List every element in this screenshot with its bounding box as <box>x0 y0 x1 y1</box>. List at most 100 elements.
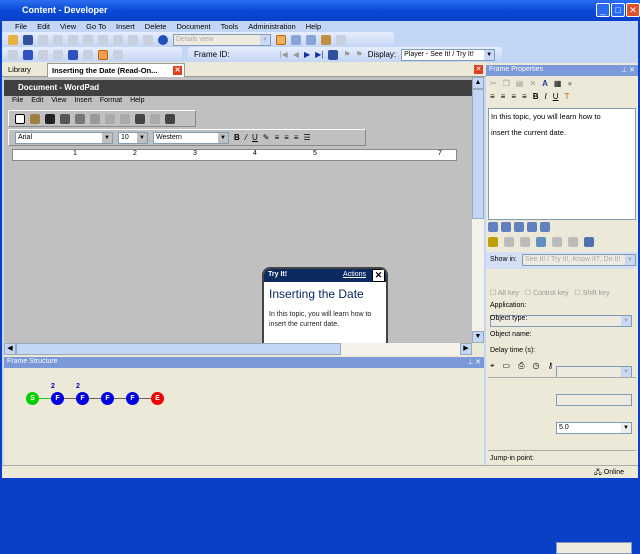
split-horizontal-icon[interactable] <box>291 34 301 45</box>
alt-key-checkbox[interactable]: ☐ Alt key <box>490 289 519 297</box>
scroll-thumb[interactable] <box>16 343 341 355</box>
bold-icon[interactable]: B <box>234 133 240 142</box>
frame-next-icon[interactable] <box>113 49 123 60</box>
new-icon[interactable] <box>15 114 25 124</box>
close-tab-icon[interactable]: ✕ <box>173 66 182 75</box>
branch-icon[interactable] <box>38 49 48 60</box>
frame-node[interactable]: F <box>126 392 139 405</box>
save-icon[interactable] <box>45 114 55 124</box>
scroll-thumb[interactable] <box>472 89 484 219</box>
script-combo[interactable]: Western ▼ <box>153 131 229 144</box>
frame-node[interactable]: F <box>101 392 114 405</box>
close-icon[interactable]: ✕ <box>372 269 385 282</box>
cut-icon[interactable] <box>105 114 115 124</box>
pin-close-icon[interactable]: ⊥ ✕ <box>621 66 635 74</box>
align-right-icon[interactable]: ≡ <box>511 92 516 102</box>
pointer-icon[interactable]: ⌖ <box>490 361 495 371</box>
wp-menu-view[interactable]: View <box>47 96 70 108</box>
vertical-scrollbar[interactable]: ▲ ▼ <box>472 77 484 343</box>
split-vertical-icon[interactable] <box>306 34 316 45</box>
menu-help[interactable]: Help <box>301 21 326 32</box>
shift-key-checkbox[interactable]: ☐ Shift key <box>575 289 610 297</box>
last-frame-icon[interactable]: ▶| <box>315 50 323 59</box>
italic-icon[interactable]: / <box>245 133 247 142</box>
save-icon[interactable] <box>23 34 33 45</box>
details-view-icon[interactable] <box>276 34 286 45</box>
next-frame-icon[interactable]: ▶ <box>304 50 310 59</box>
color-icon[interactable]: ✎ <box>263 133 270 142</box>
find-icon[interactable] <box>143 34 153 45</box>
menu-document[interactable]: Document <box>171 21 215 32</box>
bold-icon[interactable]: B <box>533 92 539 102</box>
minimize-button[interactable]: _ <box>596 3 610 17</box>
control-key-checkbox[interactable]: ☐ Control key <box>525 289 569 297</box>
list-icon[interactable] <box>504 237 514 247</box>
copy-icon[interactable]: ❐ <box>503 79 510 88</box>
frame-node[interactable]: F <box>51 392 64 405</box>
text-box-icon[interactable]: ▦ <box>554 79 562 88</box>
align-left-icon[interactable]: ≡ <box>490 92 495 102</box>
print-icon[interactable] <box>38 34 48 45</box>
redo-icon[interactable] <box>128 34 138 45</box>
wp-menu-file[interactable]: File <box>8 96 27 108</box>
view-combo[interactable]: Details view ▼ <box>173 33 271 46</box>
tab-icon-1[interactable] <box>488 222 498 232</box>
delay-time-combo[interactable]: 5.0 ▼ <box>556 422 632 434</box>
frame-view-icon[interactable] <box>98 49 108 60</box>
align-right-icon[interactable]: ≡ <box>294 133 299 142</box>
tab-icon-4[interactable] <box>527 222 537 232</box>
menu-file[interactable]: File <box>10 21 32 32</box>
publish-icon[interactable] <box>321 34 331 45</box>
undo-icon[interactable] <box>113 34 123 45</box>
flag-icon[interactable]: ⚑ <box>343 50 350 59</box>
undo-icon[interactable] <box>150 114 160 124</box>
refresh-icon[interactable] <box>336 34 346 45</box>
key-icon[interactable]: ⚷ <box>547 361 553 371</box>
align-center-icon[interactable]: ≡ <box>284 133 289 142</box>
copy-action-icon[interactable] <box>552 237 562 247</box>
find-icon[interactable] <box>90 114 100 124</box>
scroll-down-icon[interactable]: ▼ <box>472 331 484 343</box>
paste-icon[interactable]: ▤ <box>516 79 524 88</box>
date-time-icon[interactable] <box>165 114 175 124</box>
underline-icon[interactable]: U <box>553 92 559 102</box>
font-combo[interactable]: Arial ▼ <box>15 131 113 144</box>
menu-edit[interactable]: Edit <box>32 21 55 32</box>
tab-icon-2[interactable] <box>501 222 511 232</box>
frame-node[interactable]: F <box>76 392 89 405</box>
tab-icon-3[interactable] <box>514 222 524 232</box>
clock-icon[interactable]: ◷ <box>532 361 539 371</box>
path-icon[interactable] <box>53 49 63 60</box>
justify-icon[interactable]: ≡ <box>522 92 527 102</box>
tab-inserting-the-date[interactable]: Inserting the Date (Read-On... ✕ <box>47 63 185 77</box>
text-action-icon[interactable] <box>584 237 594 247</box>
tab-library[interactable]: Library <box>4 63 46 77</box>
menu-tools[interactable]: Tools <box>216 21 244 32</box>
print-icon[interactable] <box>60 114 70 124</box>
variable-icon[interactable]: T <box>564 92 569 102</box>
menu-administration[interactable]: Administration <box>243 21 301 32</box>
frame-node[interactable]: S <box>26 392 39 405</box>
hand-icon[interactable] <box>520 237 530 247</box>
underline-icon[interactable]: U <box>252 133 258 142</box>
show-in-combo[interactable]: See It! / Try It!, Know It?, Do It! ▼ <box>522 254 636 266</box>
flag2-icon[interactable]: ⚑ <box>356 50 363 59</box>
maximize-button[interactable]: □ <box>611 3 625 17</box>
add-frame-icon[interactable] <box>23 49 33 60</box>
menu-delete[interactable]: Delete <box>140 21 172 32</box>
open-icon[interactable] <box>30 114 40 124</box>
prev-frame-icon[interactable]: ◀ <box>293 50 299 59</box>
record-icon[interactable] <box>8 49 18 60</box>
tab-icon-5[interactable] <box>540 222 550 232</box>
close-document-icon[interactable]: ✕ <box>474 65 483 74</box>
cut-icon[interactable]: ✂ <box>490 79 497 88</box>
align-left-icon[interactable]: ≡ <box>275 133 280 142</box>
edit-icon[interactable] <box>83 49 93 60</box>
wp-menu-edit[interactable]: Edit <box>27 96 47 108</box>
bullets-icon[interactable]: ☰ <box>304 133 311 142</box>
horizontal-scrollbar[interactable]: ◀ ▶ <box>4 343 472 355</box>
wp-menu-insert[interactable]: Insert <box>70 96 96 108</box>
scroll-left-icon[interactable]: ◀ <box>4 343 16 355</box>
structure-icon[interactable] <box>68 49 78 60</box>
scroll-right-icon[interactable]: ▶ <box>460 343 472 355</box>
